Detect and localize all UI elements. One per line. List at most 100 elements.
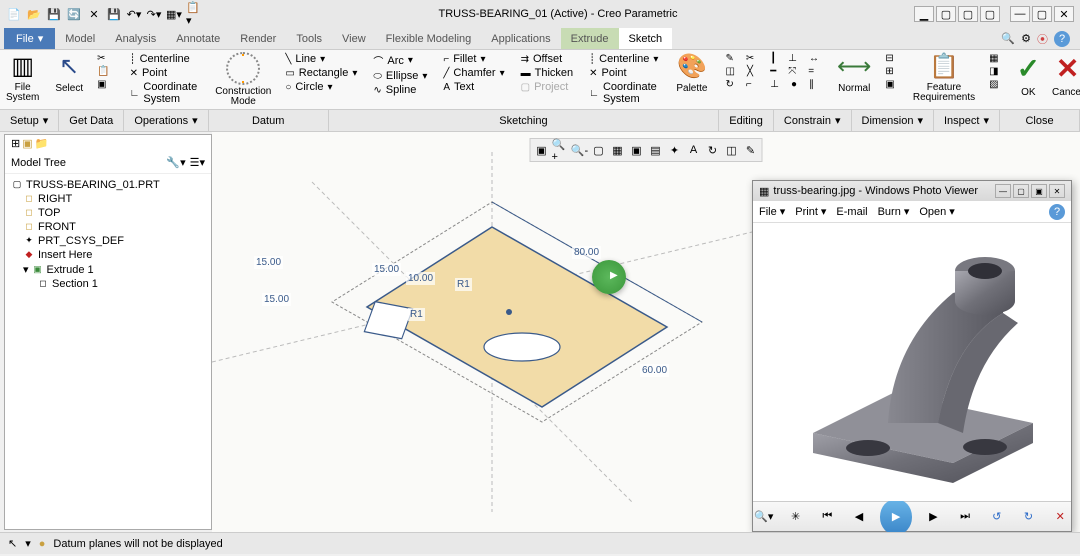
dim-60[interactable]: 60.00 (640, 364, 669, 377)
tab-flexible-modeling[interactable]: Flexible Modeling (376, 28, 482, 49)
delete-seg-icon[interactable]: ✂ (742, 52, 758, 65)
pv-back-icon[interactable]: ◀ (848, 505, 870, 529)
setup-group[interactable]: Setup ▾ (0, 110, 59, 131)
tab-analysis[interactable]: Analysis (105, 28, 166, 49)
modify-icon[interactable]: ✎ (721, 52, 737, 65)
copy-icon[interactable]: 📋 (93, 65, 113, 78)
new-icon[interactable]: 📄 (6, 6, 22, 22)
pv-help-icon[interactable]: ? (1049, 204, 1065, 220)
pv-close-button[interactable]: ✕ (1049, 184, 1065, 198)
close-window-icon[interactable]: ✕ (86, 6, 102, 22)
feature-requirements-button[interactable]: 📋 Feature Requirements (907, 50, 981, 109)
dim-15-3[interactable]: 15.00 (372, 263, 401, 276)
divide-icon[interactable]: ╳ (743, 65, 757, 78)
perimeter-icon[interactable]: ▣ (881, 78, 898, 91)
tab-tools[interactable]: Tools (286, 28, 332, 49)
pv-zoom-icon[interactable]: 🔍▾ (753, 505, 775, 529)
rectangle-button[interactable]: ▭ Rectangle ▾ (281, 66, 361, 80)
tree-right[interactable]: ◻RIGHT (9, 192, 207, 206)
tree-settings-icon[interactable]: ☰▾ (190, 156, 205, 169)
dim-r1-1[interactable]: R1 (455, 278, 472, 291)
highlight-icon[interactable]: ◨ (985, 65, 1002, 78)
close-button[interactable]: ✕ (1054, 6, 1074, 22)
tree-top[interactable]: ◻TOP (9, 206, 207, 220)
ok-button[interactable]: ✓ OK (1011, 50, 1046, 109)
horizontal-icon[interactable]: ━ (766, 65, 780, 78)
win-btn-2[interactable]: ▢ (936, 6, 956, 22)
sketch-coord-button[interactable]: ∟ Coordinate System (585, 80, 662, 106)
regenerate-icon[interactable]: 🔄 (66, 6, 82, 22)
pv-print-menu[interactable]: Print ▾ (795, 205, 826, 218)
select-all-icon[interactable]: ▣ (93, 78, 113, 91)
tab-model[interactable]: Model (55, 28, 105, 49)
tab-annotate[interactable]: Annotate (166, 28, 230, 49)
win-btn-4[interactable]: ▢ (980, 6, 1000, 22)
pv-prev-icon[interactable]: ⏮ (816, 505, 838, 529)
pv-burn-menu[interactable]: Burn ▾ (878, 205, 910, 218)
dimension-group[interactable]: Dimension ▾ (852, 110, 935, 131)
normal-button[interactable]: ⟷ Normal (831, 50, 877, 109)
dim-15-2[interactable]: 15.00 (262, 293, 291, 306)
win-btn-3[interactable]: ▢ (958, 6, 978, 22)
corner-icon[interactable]: ⌐ (742, 78, 756, 91)
paste-icon[interactable]: ✂ (93, 52, 113, 65)
tree-show-icon[interactable]: ⊞ (11, 137, 20, 150)
save-copy-icon[interactable]: 💾 (106, 6, 122, 22)
select-button[interactable]: ↖ Select (49, 50, 89, 109)
text-button[interactable]: A Text (439, 80, 508, 94)
pv-open-menu[interactable]: Open ▾ (919, 205, 954, 218)
tab-applications[interactable]: Applications (481, 28, 560, 49)
pv-restore-button[interactable]: ▣ (1031, 184, 1047, 198)
tab-view[interactable]: View (332, 28, 376, 49)
centerline-button[interactable]: ┊ Centerline (126, 52, 202, 66)
pv-next-icon[interactable]: ▶ (922, 505, 944, 529)
circle-button[interactable]: ○ Circle ▾ (281, 80, 361, 94)
file-menu[interactable]: File▾ (4, 28, 55, 49)
pv-delete-icon[interactable]: ✕ (1049, 505, 1071, 529)
pv-rotate-cw-icon[interactable]: ↻ (1018, 505, 1040, 529)
pv-fit-icon[interactable]: ✳ (785, 505, 807, 529)
mid-icon[interactable]: ↔ (805, 52, 823, 65)
offset-button[interactable]: ⇉ Offset (517, 52, 578, 66)
ellipse-button[interactable]: ⬭ Ellipse ▾ (369, 69, 431, 83)
pv-rotate-ccw-icon[interactable]: ↺ (986, 505, 1008, 529)
help-icon[interactable]: ? (1054, 31, 1070, 47)
mirror-icon[interactable]: ◫ (721, 65, 738, 78)
ref-dim-icon[interactable]: ⊞ (881, 65, 898, 78)
viewport[interactable]: ▣ 🔍+ 🔍- ▢ ▦ ▣ ▤ ✦ A ↻ ◫ ✎ (212, 132, 1080, 532)
open-icon[interactable]: 📂 (26, 6, 42, 22)
operations-group[interactable]: Operations ▾ (124, 110, 208, 131)
file-system-button[interactable]: ▥ File System (0, 50, 45, 109)
overlapping-icon[interactable]: ▦ (985, 52, 1002, 65)
win-btn-1[interactable]: ▁ (914, 6, 934, 22)
inspect-group[interactable]: Inspect ▾ (934, 110, 1000, 131)
coord-system-button[interactable]: ∟ Coordinate System (126, 80, 202, 106)
chamfer-button[interactable]: ╱ Chamfer ▾ (439, 66, 508, 80)
symmetric-icon[interactable]: ⤧ (784, 65, 800, 78)
coincident-icon[interactable]: ● (787, 78, 801, 91)
redo-icon[interactable]: ↷▾ (146, 6, 162, 22)
expand-icon[interactable]: ▾ (23, 263, 29, 276)
windows-icon[interactable]: ▦▾ (166, 6, 182, 22)
dim-10[interactable]: 10.00 (406, 272, 435, 285)
tab-extrude[interactable]: Extrude (561, 28, 619, 49)
tree-root[interactable]: ▢TRUSS-BEARING_01.PRT (9, 178, 207, 192)
palette-button[interactable]: 🎨 Palette (670, 50, 713, 109)
line-button[interactable]: ╲ Line ▾ (281, 52, 361, 66)
tree-section[interactable]: ◻Section 1 (9, 277, 207, 291)
construction-mode-button[interactable]: Construction Mode (209, 50, 277, 109)
search-icon[interactable]: 🔍 (1001, 32, 1015, 45)
shade-icon[interactable]: ▨ (985, 78, 1002, 91)
getdata-group[interactable]: Get Data (59, 110, 124, 131)
refresh-icon[interactable]: ⦿ (1037, 31, 1048, 47)
tree-front[interactable]: ◻FRONT (9, 220, 207, 234)
minimize-button[interactable]: — (1010, 6, 1030, 22)
settings-icon[interactable]: ⚙ (1021, 32, 1031, 45)
tree-extrude[interactable]: ▾▣Extrude 1 (9, 262, 207, 277)
rotate-icon[interactable]: ↻ (721, 78, 737, 91)
tree-filter-icon[interactable]: 🔧▾ (166, 156, 185, 169)
tree-folder-icon[interactable]: 📁 (35, 137, 49, 150)
pv-last-icon[interactable]: ⏭ (954, 505, 976, 529)
dim-15-1[interactable]: 15.00 (254, 256, 283, 269)
dim-r1-2[interactable]: R1 (408, 308, 425, 321)
